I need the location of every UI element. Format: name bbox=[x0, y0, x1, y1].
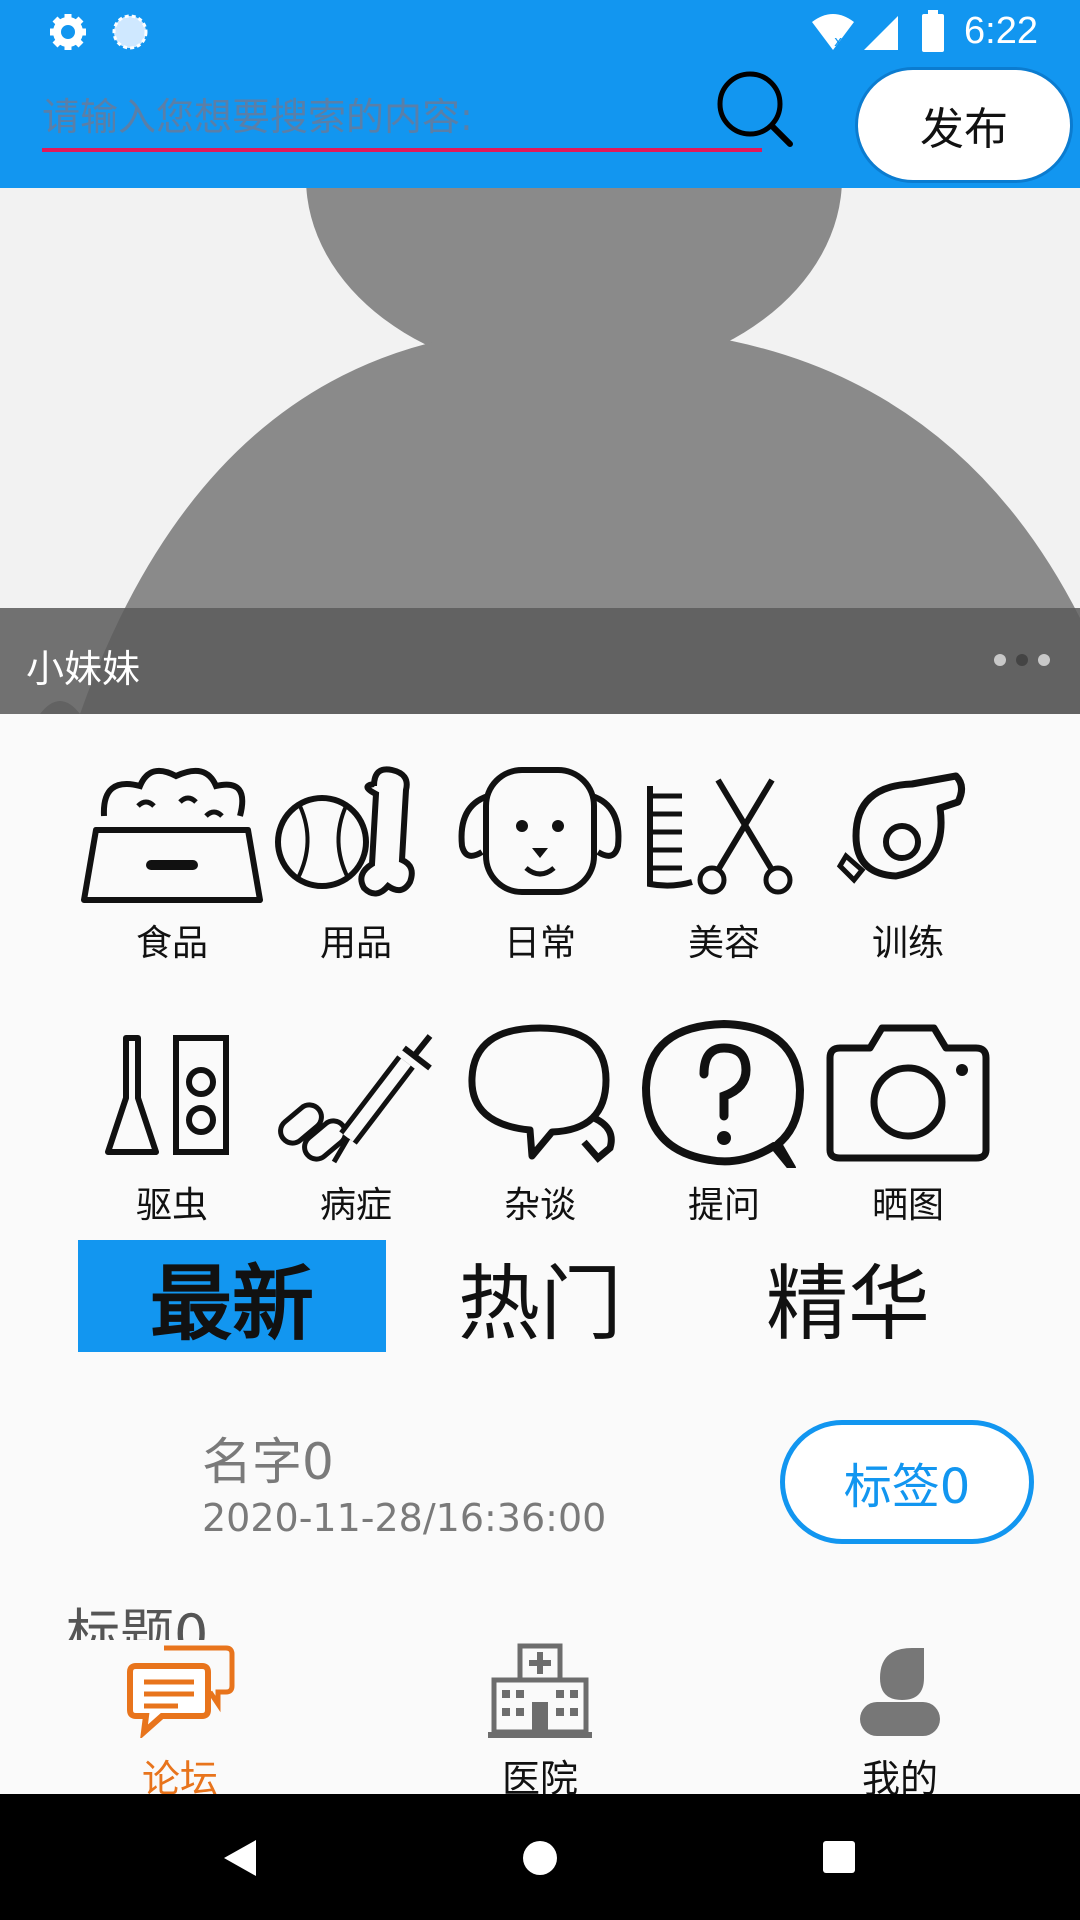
recents-icon[interactable] bbox=[822, 1840, 856, 1878]
category-label: 杂谈 bbox=[503, 1185, 576, 1226]
pill-syringe-icon bbox=[278, 1034, 433, 1164]
category-label: 美容 bbox=[687, 923, 760, 964]
whistle-icon bbox=[836, 772, 965, 884]
post-title-container: 标题0 bbox=[0, 1590, 1080, 1640]
category-photos[interactable]: 晒图 bbox=[816, 1018, 1000, 1258]
category-label: 病症 bbox=[319, 1185, 392, 1226]
search-icon[interactable] bbox=[714, 68, 794, 152]
spray-bottle-icon bbox=[105, 1035, 229, 1155]
ball-bone-icon bbox=[275, 766, 415, 897]
wifi-icon: x bbox=[810, 12, 856, 56]
category-label: 提问 bbox=[687, 1185, 760, 1226]
category-training[interactable]: 训练 bbox=[816, 756, 1000, 996]
tab-featured[interactable]: 精华 bbox=[694, 1240, 1002, 1352]
category-beauty[interactable]: 美容 bbox=[632, 756, 816, 996]
category-chat[interactable]: 杂谈 bbox=[448, 1018, 632, 1258]
category-deworm[interactable]: 驱虫 bbox=[80, 1018, 264, 1258]
carousel-dot[interactable] bbox=[994, 654, 1006, 666]
category-label: 驱虫 bbox=[135, 1185, 208, 1226]
category-label: 用品 bbox=[319, 923, 392, 964]
carousel-dot[interactable] bbox=[1038, 654, 1050, 666]
post-tag-button[interactable]: 标签0 bbox=[780, 1420, 1034, 1544]
category-label: 晒图 bbox=[871, 1185, 944, 1226]
comb-scissors-icon bbox=[647, 778, 793, 895]
forum-icon bbox=[127, 1645, 235, 1738]
category-label: 训练 bbox=[871, 923, 944, 964]
food-bowl-icon bbox=[81, 767, 263, 903]
banner-title: 小妹妹 bbox=[26, 647, 141, 691]
tab-latest[interactable]: 最新 bbox=[78, 1240, 386, 1352]
category-supplies[interactable]: 用品 bbox=[264, 756, 448, 996]
top-app-bar: x 6:22 发布 bbox=[0, 0, 1080, 188]
carousel-dot-active[interactable] bbox=[1016, 654, 1028, 666]
banner-caption-bar: 小妹妹 bbox=[0, 608, 1080, 714]
system-navigation-bar bbox=[0, 1794, 1080, 1920]
svg-text:x: x bbox=[834, 34, 842, 50]
nav-item-hospital[interactable]: 医院 bbox=[410, 1640, 670, 1801]
hospital-icon bbox=[488, 1643, 592, 1738]
search-input[interactable] bbox=[42, 86, 762, 152]
category-question[interactable]: 提问 bbox=[632, 1018, 816, 1258]
tab-hot[interactable]: 热门 bbox=[386, 1240, 694, 1352]
chat-bubbles-icon bbox=[468, 1024, 615, 1163]
category-illness[interactable]: 病症 bbox=[264, 1018, 448, 1258]
category-food[interactable]: 食品 bbox=[80, 756, 264, 996]
carousel-indicator bbox=[994, 654, 1050, 666]
settings-icon bbox=[48, 12, 88, 56]
signal-icon bbox=[862, 12, 900, 56]
banner-carousel[interactable]: 小妹妹 bbox=[0, 188, 1080, 714]
nav-item-forum[interactable]: 论坛 bbox=[50, 1640, 310, 1801]
category-label: 日常 bbox=[503, 923, 576, 964]
home-icon[interactable] bbox=[522, 1840, 558, 1880]
dog-face-icon bbox=[458, 767, 622, 895]
category-label: 食品 bbox=[135, 923, 208, 964]
category-daily[interactable]: 日常 bbox=[448, 756, 632, 996]
back-icon[interactable] bbox=[222, 1838, 258, 1882]
loading-icon bbox=[110, 12, 150, 56]
question-bubble-icon bbox=[642, 1020, 804, 1168]
post-title: 标题0 bbox=[66, 1603, 209, 1640]
profile-icon bbox=[860, 1648, 940, 1736]
publish-button[interactable]: 发布 bbox=[858, 70, 1070, 180]
post-timestamp: 2020-11-28/16:36:00 bbox=[202, 1496, 607, 1540]
status-time: 6:22 bbox=[964, 10, 1038, 52]
bottom-navigation: 论坛 医院 我的 bbox=[0, 1640, 1080, 1801]
post-author-name: 名字0 bbox=[202, 1433, 334, 1491]
nav-item-profile[interactable]: 我的 bbox=[770, 1640, 1030, 1801]
camera-icon bbox=[826, 1024, 990, 1162]
battery-icon bbox=[920, 10, 946, 56]
